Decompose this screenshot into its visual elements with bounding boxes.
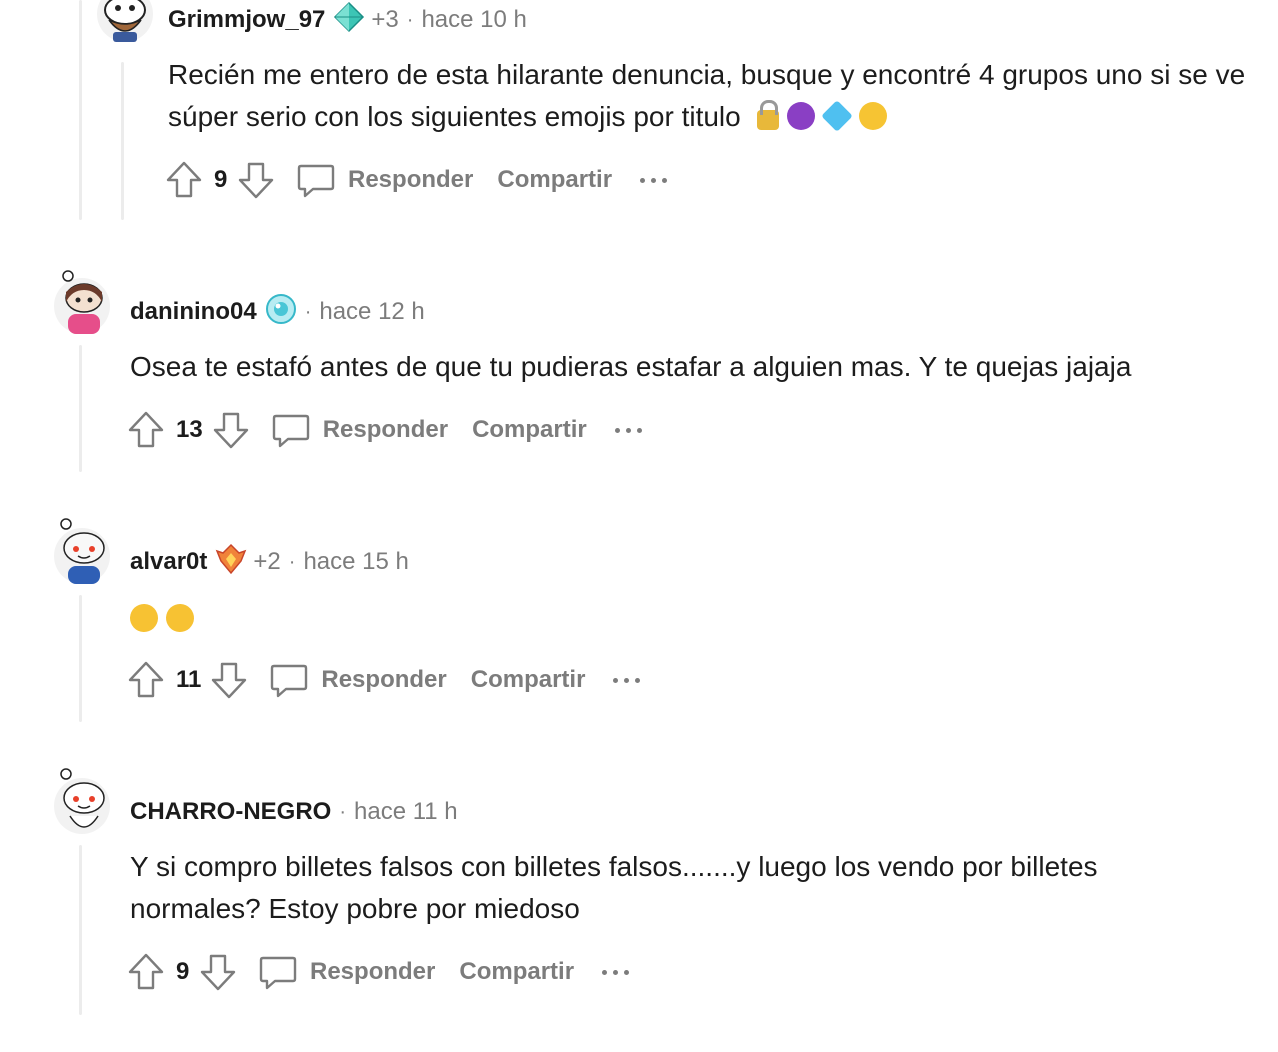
timestamp[interactable]: hace 10 h: [421, 6, 526, 34]
reply-button[interactable]: Responder: [296, 160, 473, 200]
more-options-icon[interactable]: [613, 670, 641, 690]
vote-count: 13: [176, 416, 203, 443]
reply-button[interactable]: Responder: [271, 410, 448, 450]
rofl-emoji: [162, 600, 198, 636]
upvote-icon[interactable]: [126, 660, 166, 700]
avatar[interactable]: [52, 268, 112, 334]
share-button[interactable]: Compartir: [497, 166, 612, 194]
comment-body: Recién me entero de esta hilarante denun…: [168, 54, 1268, 138]
diamond-flair-icon: [333, 1, 365, 40]
downvote-icon[interactable]: [211, 410, 251, 450]
comment-actions: 11 Responder Compartir: [126, 658, 641, 702]
comment-text: Osea te estafó antes de que tu pudieras …: [130, 351, 1132, 382]
separator-dot: ·: [406, 8, 414, 31]
comment-text: Recién me entero de esta hilarante denun…: [168, 59, 1246, 132]
vote-count: 9: [214, 166, 228, 193]
comment-actions: 9 Responder Compartir: [126, 950, 630, 994]
downvote-icon[interactable]: [209, 660, 249, 700]
upvote-icon[interactable]: [164, 160, 204, 200]
username[interactable]: daninino04: [130, 298, 257, 326]
comment-body: Y si compro billetes falsos con billetes…: [130, 846, 1180, 930]
comment-text: Y si compro billetes falsos con billetes…: [130, 851, 1098, 924]
comment-bubble-icon: [259, 956, 297, 990]
share-button[interactable]: Compartir: [459, 958, 574, 986]
rofl-emoji: [126, 600, 162, 636]
thread-line[interactable]: [79, 0, 82, 220]
devil-emoji: [786, 102, 815, 130]
thread-line[interactable]: [79, 595, 82, 722]
timestamp[interactable]: hace 12 h: [319, 298, 424, 326]
vote-count: 9: [176, 958, 190, 985]
username[interactable]: alvar0t: [130, 548, 207, 576]
reply-label: Responder: [321, 666, 447, 693]
username[interactable]: CHARRO-NEGRO: [130, 798, 331, 826]
share-button[interactable]: Compartir: [471, 666, 586, 694]
thread-line[interactable]: [121, 62, 124, 220]
reply-button[interactable]: Responder: [269, 660, 447, 700]
timestamp[interactable]: hace 11 h: [354, 798, 458, 826]
flair-count: +3: [371, 6, 399, 33]
comment-bubble-icon: [297, 164, 335, 198]
flair-count: +2: [253, 548, 281, 575]
comment-body: [126, 598, 198, 640]
avatar[interactable]: [95, 0, 155, 44]
separator-dot: ·: [304, 300, 312, 323]
reply-label: Responder: [322, 416, 449, 443]
username[interactable]: Grimmjow_97: [168, 6, 325, 34]
reply-button[interactable]: Responder: [258, 952, 435, 992]
upvote-icon[interactable]: [126, 952, 166, 992]
separator-dot: ·: [339, 800, 346, 823]
reply-label: Responder: [348, 166, 474, 193]
timestamp[interactable]: hace 15 h: [303, 548, 408, 576]
more-options-icon[interactable]: [614, 420, 642, 440]
comment-bubble-icon: [272, 414, 309, 448]
separator-dot: ·: [288, 550, 296, 573]
thread-line[interactable]: [79, 345, 82, 472]
reply-label: Responder: [310, 958, 436, 985]
downvote-icon[interactable]: [198, 952, 238, 992]
orb-flair-icon: [265, 293, 297, 332]
gem-emoji: [820, 100, 853, 132]
more-options-icon[interactable]: [640, 170, 668, 190]
downvote-icon[interactable]: [236, 160, 276, 200]
upvote-icon[interactable]: [126, 410, 166, 450]
avatar[interactable]: [52, 766, 112, 834]
lock-emoji: [756, 100, 779, 130]
share-button[interactable]: Compartir: [472, 416, 587, 444]
comment-actions: 9 Responder Compartir: [164, 158, 668, 202]
money-mouth-emoji: [858, 102, 887, 130]
vote-count: 11: [176, 666, 202, 693]
comment-bubble-icon: [271, 664, 308, 698]
comment-actions: 13 Responder Compartir: [126, 408, 642, 452]
thread-line[interactable]: [79, 845, 82, 1015]
fire-crystal-flair-icon: [215, 543, 247, 582]
more-options-icon[interactable]: [602, 962, 630, 982]
avatar[interactable]: [52, 516, 112, 584]
comment-body: Osea te estafó antes de que tu pudieras …: [130, 346, 1260, 388]
